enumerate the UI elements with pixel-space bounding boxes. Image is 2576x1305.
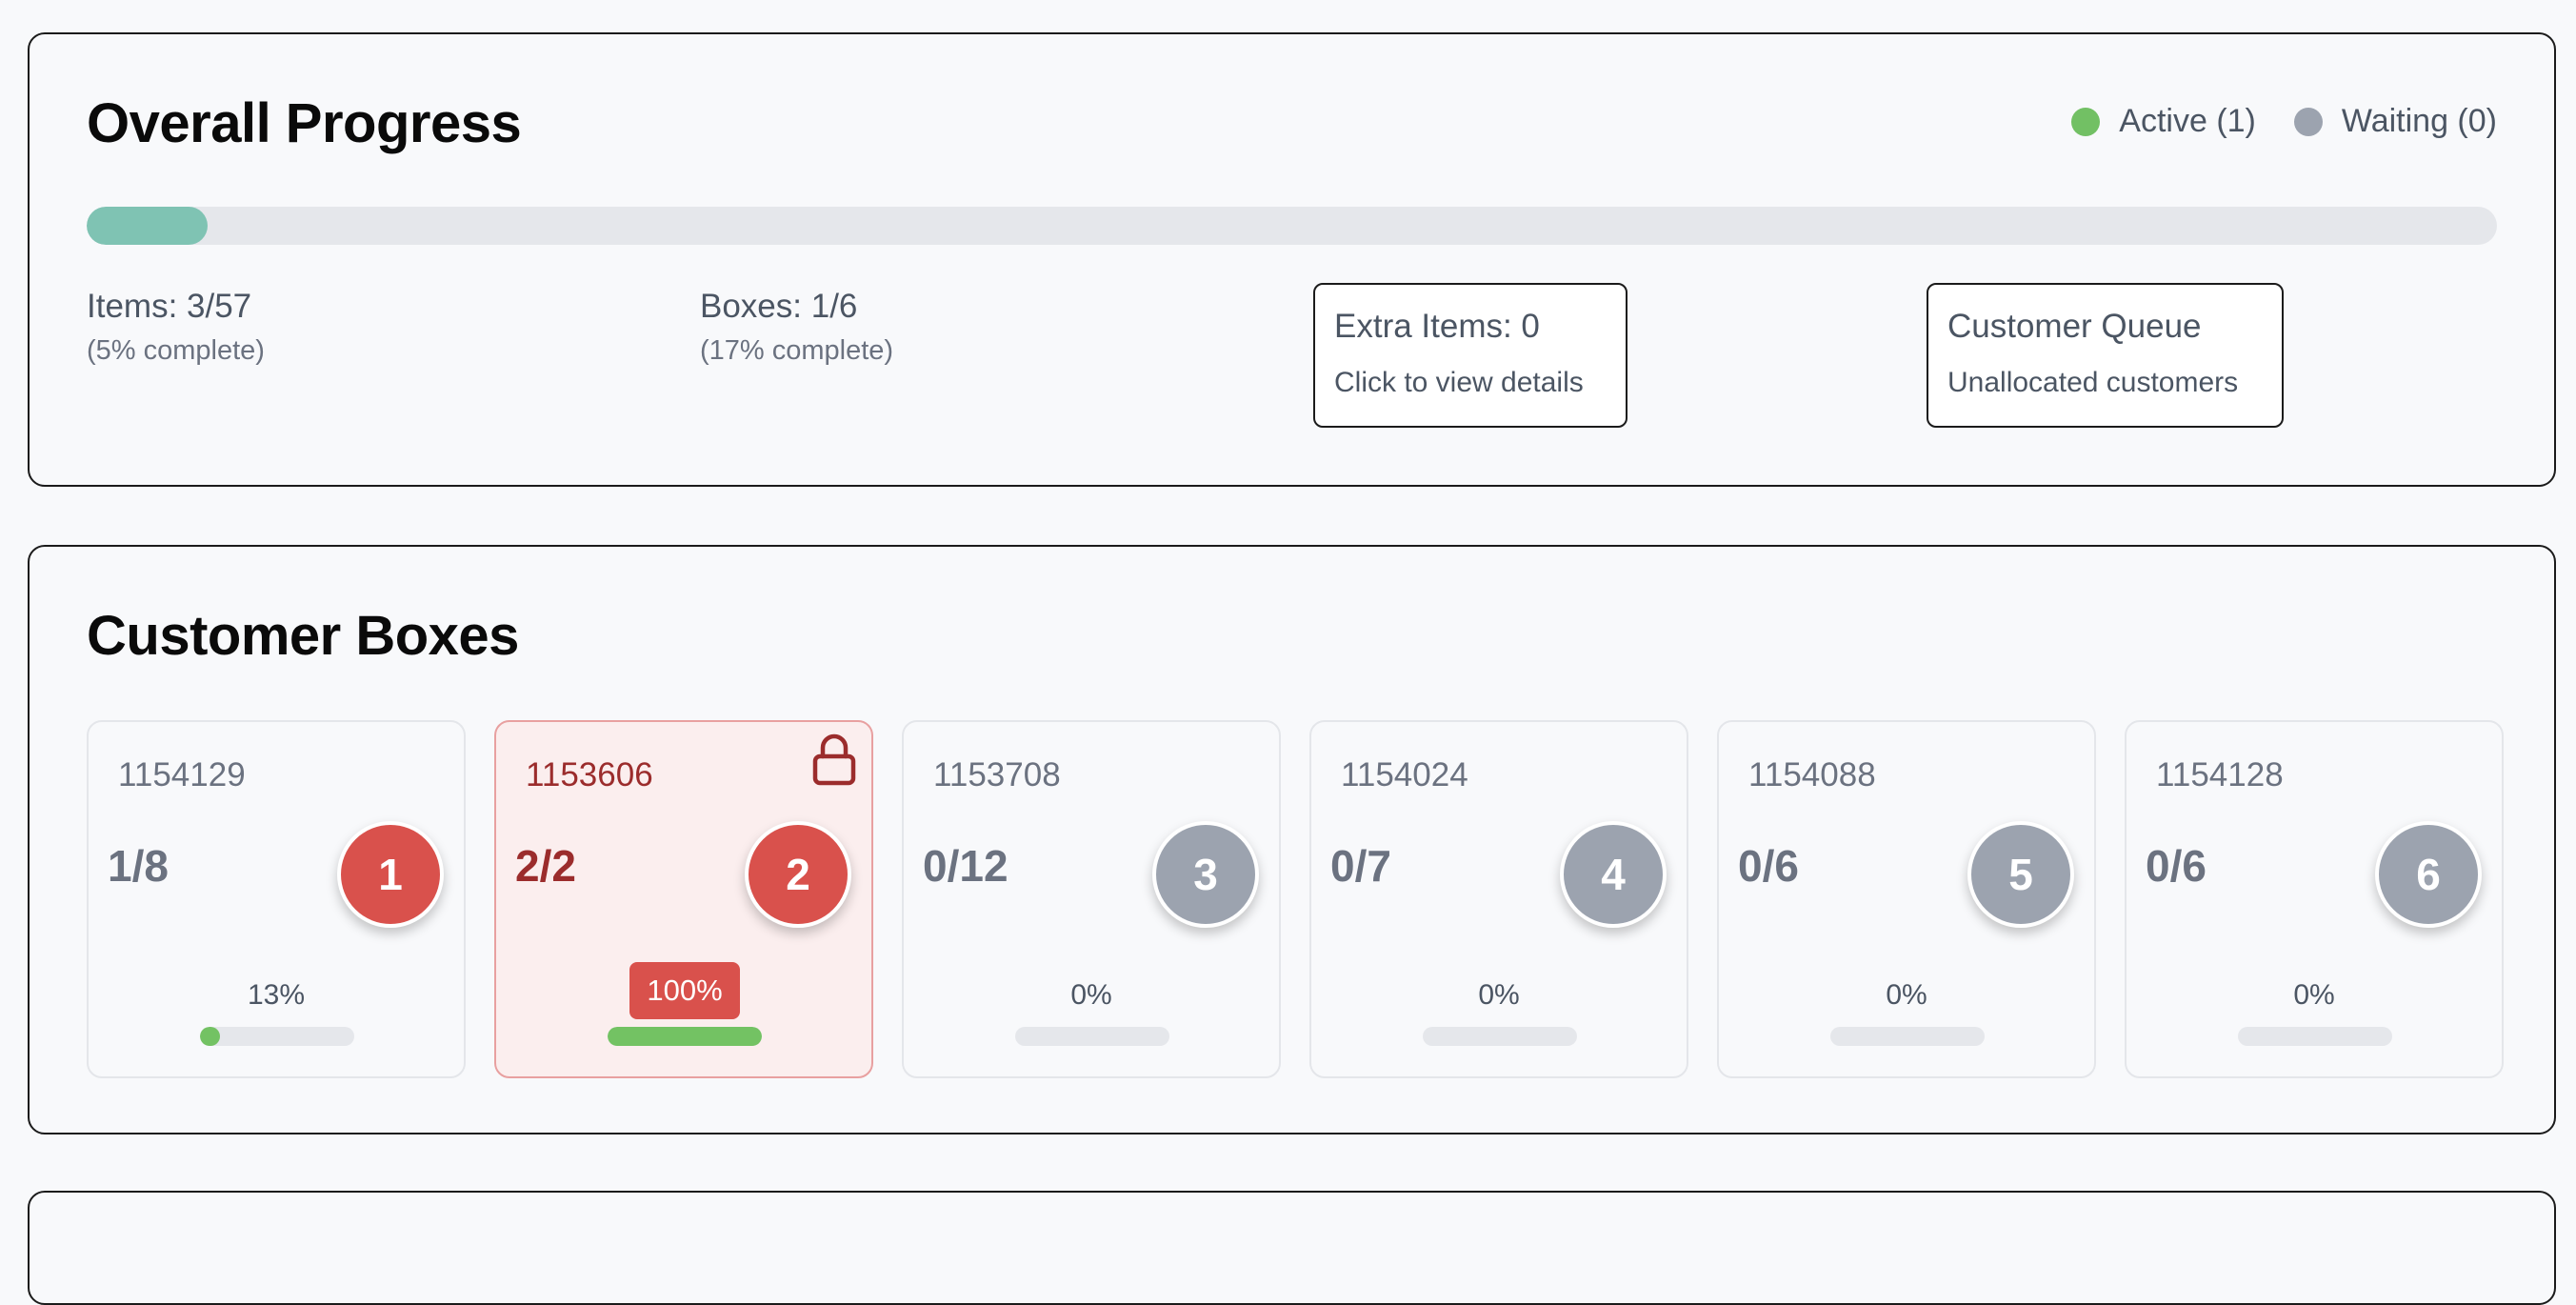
customer-queue-button[interactable]: Customer Queue Unallocated customers	[1927, 283, 2284, 428]
legend-waiting-label: Waiting (0)	[2341, 103, 2497, 139]
box-progress-fill	[608, 1027, 762, 1046]
box-item-count: 1/8	[108, 841, 169, 891]
box-percent-label: 0%	[1478, 979, 1520, 1011]
box-customer-id: 1154024	[1341, 756, 1468, 793]
customer-box-card[interactable]: 1153708 0/12 3 0%	[902, 720, 1281, 1078]
boxes-stat-sub: (17% complete)	[700, 335, 894, 366]
customer-boxes-panel: Customer Boxes 1154129 1/8 1 13% 1153606 2/2 2…	[28, 545, 2556, 1134]
box-number-badge: 4	[1560, 821, 1667, 928]
box-item-count: 0/6	[2146, 841, 2207, 891]
box-progress-bar	[1423, 1027, 1577, 1046]
legend-waiting: Waiting (0)	[2293, 103, 2497, 140]
customer-box-card[interactable]: 1154128 0/6 6 0%	[2125, 720, 2504, 1078]
box-number-badge: 5	[1967, 821, 2074, 928]
status-legend: Active (1) Waiting (0)	[2071, 103, 2497, 140]
extra-items-sub: Click to view details	[1334, 367, 1584, 398]
customer-queue-title: Customer Queue	[1947, 308, 2202, 345]
waiting-dot-icon	[2293, 107, 2323, 136]
box-item-count: 0/7	[1330, 841, 1391, 891]
box-customer-id: 1154129	[118, 756, 246, 793]
box-progress-bar	[1015, 1027, 1169, 1046]
box-customer-id: 1154128	[2156, 756, 2284, 793]
items-stat: Items: 3/57 (5% complete)	[87, 288, 265, 367]
box-item-count: 2/2	[515, 841, 576, 891]
box-progress-fill	[200, 1027, 221, 1046]
extra-items-title: Extra Items: 0	[1334, 308, 1540, 345]
box-percent-label: 0%	[2293, 979, 2335, 1011]
box-item-count: 0/12	[923, 841, 1008, 891]
customer-box-card[interactable]: 1154024 0/7 4 0%	[1309, 720, 1688, 1078]
box-percent-label: 13%	[247, 979, 306, 1011]
active-dot-icon	[2071, 107, 2101, 136]
box-number-badge: 6	[2375, 821, 2482, 928]
box-customer-id: 1153708	[933, 756, 1061, 793]
next-panel	[28, 1191, 2556, 1305]
box-item-count: 0/6	[1738, 841, 1799, 891]
customer-box-card[interactable]: 1153606 2/2 2 100%	[494, 720, 873, 1078]
customer-box-card[interactable]: 1154088 0/6 5 0%	[1717, 720, 2096, 1078]
box-number-badge: 2	[745, 821, 851, 928]
box-customer-id: 1154088	[1748, 756, 1876, 793]
box-percent-badge: 100%	[629, 962, 740, 1019]
boxes-stat: Boxes: 1/6 (17% complete)	[700, 288, 893, 367]
items-stat-sub: (5% complete)	[87, 335, 265, 366]
boxes-stat-label: Boxes: 1/6	[700, 288, 858, 325]
box-number-badge: 3	[1152, 821, 1259, 928]
overall-progress-panel: Overall Progress Active (1) Waiting (0) …	[28, 32, 2556, 487]
box-percent-label: 0%	[1070, 979, 1112, 1011]
overall-progress-bar	[87, 207, 2497, 245]
legend-active: Active (1)	[2071, 103, 2256, 140]
legend-active-label: Active (1)	[2119, 103, 2256, 139]
overall-progress-title: Overall Progress	[87, 92, 522, 154]
customer-boxes-title: Customer Boxes	[87, 605, 519, 667]
box-number-badge: 1	[337, 821, 444, 928]
overall-progress-fill	[87, 207, 208, 245]
box-progress-bar	[1830, 1027, 1985, 1046]
box-progress-bar	[200, 1027, 354, 1046]
extra-items-button[interactable]: Extra Items: 0 Click to view details	[1313, 283, 1627, 428]
box-progress-bar	[608, 1027, 762, 1046]
box-percent-label: 0%	[1886, 979, 1927, 1011]
customer-queue-sub: Unallocated customers	[1947, 367, 2239, 398]
lock-icon[interactable]	[810, 732, 858, 789]
box-customer-id: 1153606	[526, 756, 653, 793]
box-progress-bar	[2238, 1027, 2392, 1046]
items-stat-label: Items: 3/57	[87, 288, 252, 325]
customer-box-card[interactable]: 1154129 1/8 1 13%	[87, 720, 466, 1078]
